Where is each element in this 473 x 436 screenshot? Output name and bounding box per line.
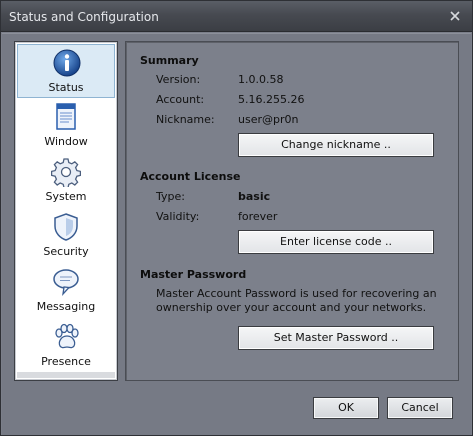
version-value: 1.0.0.58	[238, 73, 284, 86]
change-nickname-button[interactable]: Change nickname ..	[238, 133, 434, 157]
paw-icon	[51, 322, 81, 352]
ok-button[interactable]: OK	[313, 397, 379, 419]
license-type-label: Type:	[156, 190, 185, 203]
sidebar-item-label: Presence	[41, 355, 91, 368]
nickname-value: user@pr0n	[238, 113, 299, 126]
sidebar-item-label: System	[45, 190, 87, 203]
sidebar-item-label: Window	[44, 135, 88, 148]
dialog-body: Status Window System Security Messaging …	[2, 33, 471, 435]
status-configuration-dialog: Status and Configuration Status Window S…	[0, 0, 473, 436]
sidebar-item-label: Status	[48, 81, 84, 94]
cancel-button[interactable]: Cancel	[387, 397, 453, 419]
sidebar-scrollbar[interactable]	[17, 372, 115, 378]
status-panel: Summary Version: 1.0.0.58 Account: 5.16.…	[125, 41, 459, 381]
version-label: Version:	[156, 73, 201, 86]
enter-license-code-button[interactable]: Enter license code ..	[238, 230, 434, 254]
window-title: Status and Configuration	[9, 10, 159, 24]
validity-value: forever	[238, 210, 278, 223]
account-value: 5.16.255.26	[238, 93, 305, 106]
master-password-description: Master Account Password is used for reco…	[156, 287, 437, 314]
shield-icon	[51, 212, 81, 242]
set-master-password-button[interactable]: Set Master Password ..	[238, 326, 434, 350]
sidebar-item-messaging[interactable]: Messaging	[17, 264, 115, 318]
category-sidebar: Status Window System Security Messaging …	[14, 41, 118, 381]
summary-heading: Summary	[140, 54, 199, 67]
sidebar-item-status[interactable]: Status	[17, 44, 115, 98]
window-icon	[51, 102, 81, 132]
info-icon	[52, 48, 82, 78]
nickname-label: Nickname:	[156, 113, 215, 126]
sidebar-item-presence[interactable]: Presence	[17, 319, 115, 373]
account-label: Account:	[156, 93, 205, 106]
account-license-heading: Account License	[140, 170, 241, 183]
title-bar[interactable]: Status and Configuration	[1, 1, 472, 32]
sidebar-item-label: Messaging	[36, 300, 96, 313]
license-type-value: basic	[238, 190, 271, 203]
sidebar-item-window[interactable]: Window	[17, 99, 115, 153]
speech-bubble-icon	[51, 267, 81, 297]
validity-label: Validity:	[156, 210, 200, 223]
sidebar-item-label: Security	[43, 245, 89, 258]
gear-icon	[50, 157, 82, 189]
master-password-heading: Master Password	[140, 268, 247, 281]
close-icon[interactable]	[448, 9, 462, 23]
sidebar-item-security[interactable]: Security	[17, 209, 115, 263]
sidebar-item-system[interactable]: System	[17, 154, 115, 208]
